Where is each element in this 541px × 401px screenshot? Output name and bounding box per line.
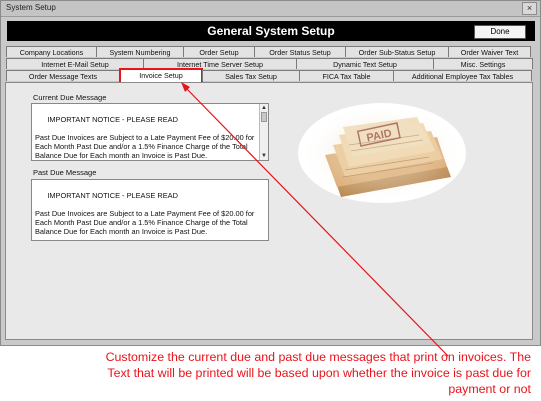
tab-misc-settings[interactable]: Misc. Settings [433,58,533,69]
tab-row-1: Company Locations System Numbering Order… [6,46,531,58]
window-titlebar[interactable]: System Setup × [1,1,540,17]
system-setup-window: System Setup × General System Setup Done… [0,0,541,346]
annotation-caption: Customize the current due and past due m… [105,350,531,396]
tab-company-locations[interactable]: Company Locations [6,46,97,57]
done-button[interactable]: Done [474,25,526,39]
past-due-text: IMPORTANT NOTICE - PLEASE READ Past Due … [35,191,255,236]
tab-additional-employee-tax-tables[interactable]: Additional Employee Tax Tables [393,70,532,81]
past-due-textarea[interactable]: IMPORTANT NOTICE - PLEASE READ Past Due … [31,179,269,241]
tab-order-message-texts[interactable]: Order Message Texts [6,70,120,81]
tab-invoice-setup[interactable]: Invoice Setup [119,68,203,82]
page-title: General System Setup [207,24,335,38]
tab-fica-tax-table[interactable]: FICA Tax Table [299,70,394,81]
window-title: System Setup [6,3,56,12]
tab-order-setup[interactable]: Order Setup [183,46,255,57]
current-due-text: IMPORTANT NOTICE - PLEASE READ Past Due … [35,115,255,160]
current-due-textarea[interactable]: IMPORTANT NOTICE - PLEASE READ Past Due … [31,103,269,161]
scroll-thumb[interactable] [261,112,267,122]
tab-sales-tax-setup[interactable]: Sales Tax Setup [202,70,300,81]
scroll-down-icon[interactable]: ▼ [261,153,267,159]
past-due-label: Past Due Message [33,168,97,177]
current-due-scrollbar[interactable]: ▲ ▼ [259,104,268,160]
close-icon[interactable]: × [522,2,537,15]
paid-invoices-image: PAID [298,103,466,203]
current-due-label: Current Due Message [33,93,107,102]
header-bar: General System Setup [7,21,535,41]
tab-order-waiver-text[interactable]: Order Waiver Text [448,46,531,57]
tab-system-numbering[interactable]: System Numbering [96,46,184,57]
tab-row-2: Internet E-Mail Setup Internet Time Serv… [6,58,533,70]
tab-order-sub-status-setup[interactable]: Order Sub-Status Setup [345,46,449,57]
scroll-up-icon[interactable]: ▲ [261,105,267,111]
tab-order-status-setup[interactable]: Order Status Setup [254,46,346,57]
tab-row-3: Order Message Texts Invoice Setup Sales … [6,68,532,82]
tab-dynamic-text-setup[interactable]: Dynamic Text Setup [296,58,434,69]
